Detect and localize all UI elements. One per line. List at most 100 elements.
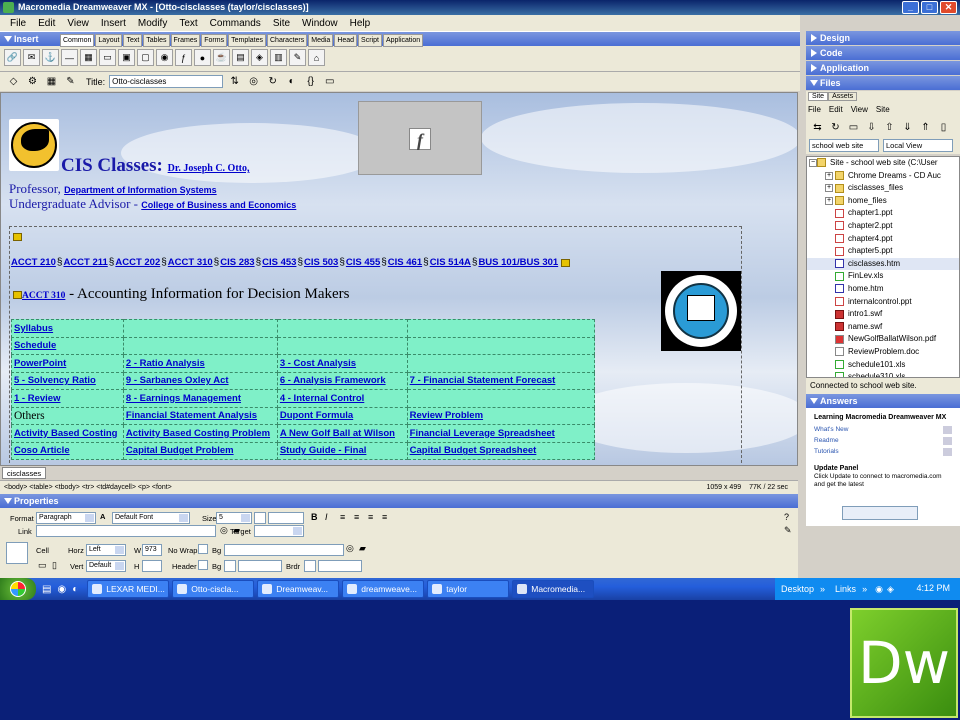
point-to-file-icon[interactable]: ◎ [220,525,228,536]
properties-header[interactable]: Properties [0,494,798,508]
table-cell-link[interactable]: 9 - Sarbanes Oxley Act [122,371,278,390]
check-in-icon[interactable]: ⇑ [918,120,933,135]
tag-selector[interactable]: <body> <table> <tbody> <tr> <td#daycell>… [4,484,172,491]
tab-tables[interactable]: Tables [143,34,170,47]
expander-icon[interactable]: + [825,171,833,180]
menu-modify[interactable]: Modify [132,18,173,29]
table-cell-link[interactable]: PowerPoint [11,354,124,373]
quick-launch-icon[interactable]: ◉ [57,584,66,595]
height-input[interactable] [142,560,162,572]
taskbar-button[interactable]: Macromedia... [512,580,595,598]
table-cell-link[interactable]: Study Guide - Final [276,441,408,460]
table-cell-link[interactable]: 3 - Cost Analysis [276,354,408,373]
header-checkbox[interactable] [198,560,208,570]
file-tree-item[interactable]: − Site - school web site (C:\User [807,157,959,170]
size-select[interactable]: 5 [216,512,252,524]
files-menu-edit[interactable]: Edit [829,105,843,114]
tab-common[interactable]: Common [60,34,95,47]
files-menu-view[interactable]: View [851,105,868,114]
acct310-link[interactable]: ACCT 310 [22,291,65,301]
italic-button[interactable]: I [325,512,328,522]
image-placeholder-icon[interactable]: ▢ [137,49,154,66]
named-anchor-icon[interactable]: ⚓ [42,49,59,66]
site-select[interactable]: school web site [809,139,879,152]
refresh-icon[interactable]: ↻ [265,74,280,89]
file-tree-item[interactable]: internalcontrol.ppt [807,296,959,309]
tab-characters[interactable]: Characters [267,34,308,47]
file-tree-item[interactable]: + home_files [807,195,959,208]
quick-tag-editor-icon[interactable]: ✎ [784,525,792,536]
table-icon[interactable]: ▦ [80,49,97,66]
view-select[interactable]: Local View [883,139,953,152]
tab-layout[interactable]: Layout [95,34,123,47]
tab-forms[interactable]: Forms [201,34,228,47]
course-link[interactable]: CIS 461 [388,257,422,268]
tab-text[interactable]: Text [123,34,143,47]
browse-folder-icon[interactable]: ▰ [359,543,366,554]
tag-chooser-icon[interactable]: ⌂ [308,49,325,66]
code-navigation-icon[interactable]: {} [303,74,318,89]
file-management-icon[interactable]: ⇅ [227,74,242,89]
quick-launch-icon[interactable]: ▤ [42,584,51,595]
application-panel-header[interactable]: Application [806,61,960,75]
file-tree-item[interactable]: home.htm [807,283,959,296]
tab-frames[interactable]: Frames [170,34,201,47]
text-color-input[interactable] [268,512,304,524]
close-button[interactable]: ✕ [940,1,957,14]
reference-icon[interactable]: ◐ [284,74,299,89]
tab-assets[interactable]: Assets [828,92,858,101]
course-link[interactable]: ACCT 211 [63,257,107,268]
table-cell-link[interactable]: Schedule [11,336,124,355]
title-input[interactable] [109,75,224,88]
server-side-include-icon[interactable]: ▥ [270,49,287,66]
file-tree-item[interactable]: + Chrome Dreams - CD Auc [807,170,959,183]
table-cell-link[interactable]: Dupont Formula [276,406,408,425]
table-cell-link[interactable]: Activity Based Costing [11,424,124,443]
anchor-icon[interactable] [561,258,571,267]
menu-window[interactable]: Window [296,18,344,29]
file-tree-item[interactable]: schedule101.xls [807,359,959,372]
table-cell-link[interactable]: Financial Statement Analysis [122,406,278,425]
preview-browser-icon[interactable]: ◎ [246,74,261,89]
window-size[interactable]: 1059 x 499 [706,484,741,491]
links-toolbar[interactable]: Links [835,584,856,594]
file-tree-item[interactable]: + cisclasses_files [807,182,959,195]
tab-application[interactable]: Application [382,34,424,47]
image-icon[interactable]: ▣ [118,49,135,66]
quick-launch-icon[interactable]: ◐ [72,584,78,595]
table-cell-link[interactable]: 2 - Ratio Analysis [122,354,278,373]
course-link[interactable]: ACCT 202 [115,257,160,268]
border-color-swatch[interactable] [304,560,316,572]
target-select[interactable] [254,525,304,537]
menu-file[interactable]: File [4,18,32,29]
horz-select[interactable]: Left [86,544,126,556]
expander-icon[interactable]: + [825,184,833,193]
menu-insert[interactable]: Insert [95,18,132,29]
tutorials-link[interactable]: Tutorials [814,448,952,456]
table-cell-link[interactable]: A New Golf Ball at Wilson [276,424,408,443]
file-tree-item[interactable]: schedule310.xls [807,371,959,377]
taskbar-button[interactable]: taylor [427,580,510,598]
table-cell-link[interactable]: Capital Budget Problem [122,441,278,460]
hyperlink-icon[interactable]: 🔗 [4,49,21,66]
taskbar-button[interactable]: dreamweave... [342,580,425,598]
help-icon[interactable]: ? [784,512,789,522]
file-tree-item[interactable]: chapter4.ppt [807,233,959,246]
maximize-button[interactable]: □ [921,1,938,14]
nowrap-checkbox[interactable] [198,544,208,554]
files-menu-site[interactable]: Site [876,105,890,114]
code-view-icon[interactable]: ◇ [6,74,21,89]
view-options-icon[interactable]: ▭ [322,74,337,89]
course-link[interactable]: CIS 283 [220,257,254,268]
bold-button[interactable]: B [311,512,318,522]
split-cell-icon[interactable]: ▯ [52,560,57,571]
course-link[interactable]: CIS 514A [430,257,471,268]
table-cell-link[interactable]: Syllabus [11,319,124,338]
file-tree-item[interactable]: ReviewProblem.doc [807,346,959,359]
flash-icon[interactable]: ƒ [175,49,192,66]
anchor-icon[interactable] [13,233,22,241]
table-cell-link[interactable]: Activity Based Costing Problem [122,424,278,443]
fireworks-html-icon[interactable]: ◉ [156,49,173,66]
table-cell-link[interactable]: 4 - Internal Control [276,389,408,408]
design-view-icon[interactable]: ▦ [44,74,59,89]
